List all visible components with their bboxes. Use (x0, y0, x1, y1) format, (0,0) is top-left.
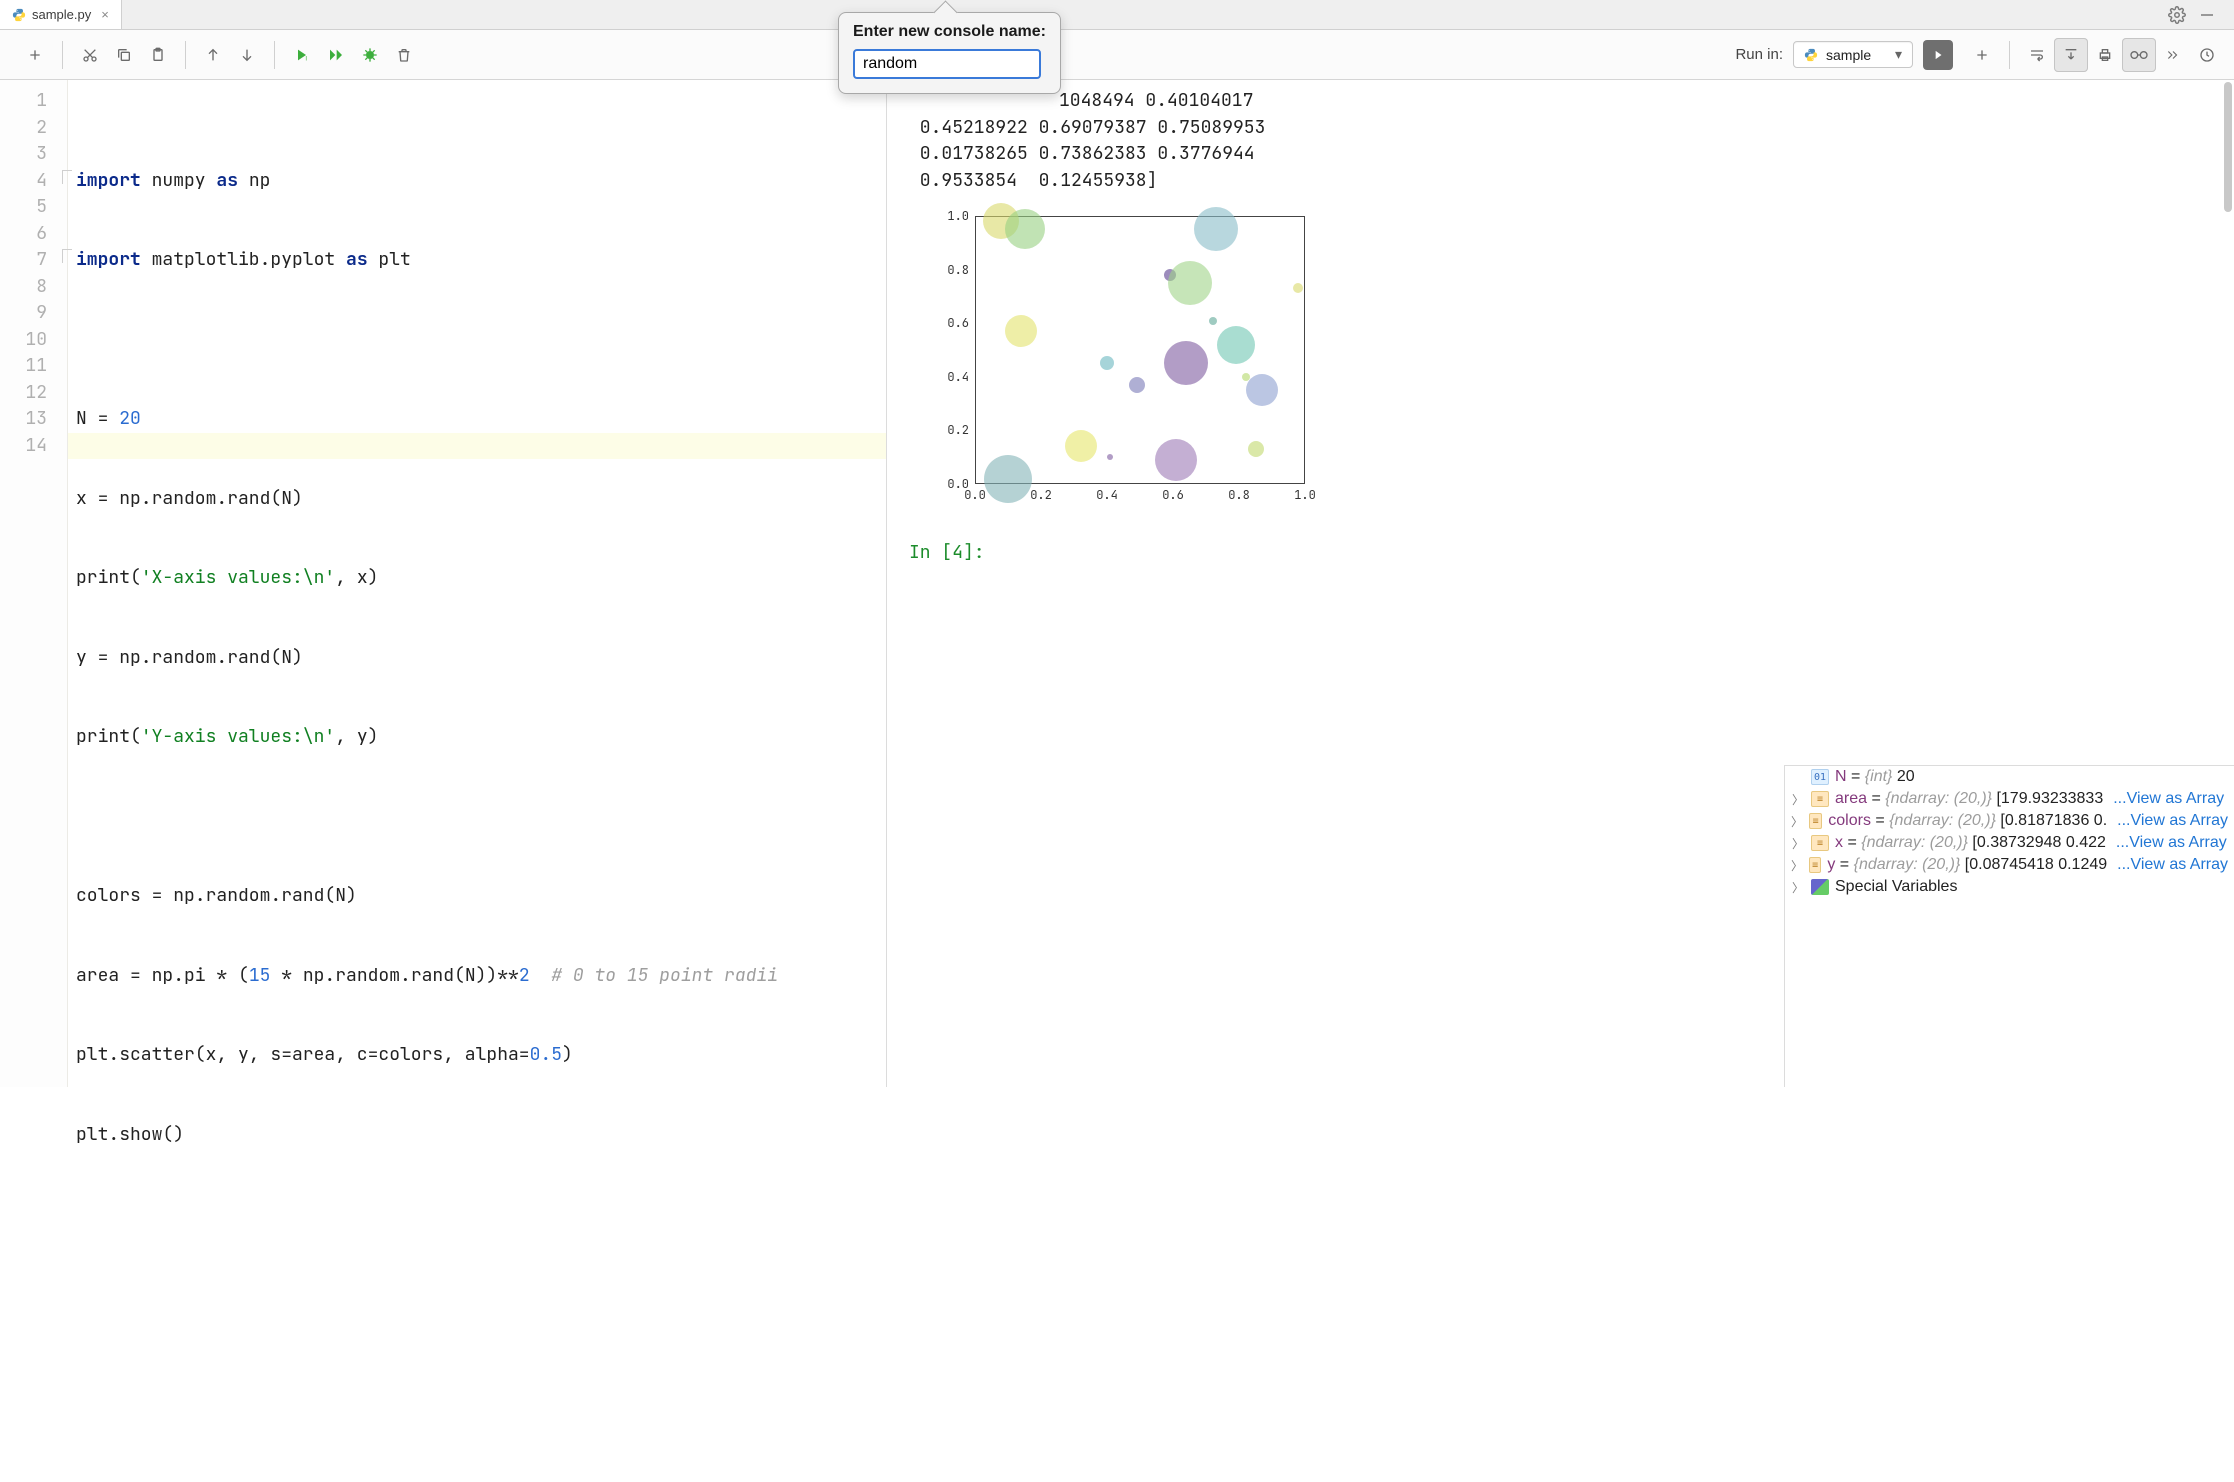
expand-icon[interactable]: 〉 (1791, 857, 1803, 874)
add-cell-button[interactable] (18, 38, 52, 72)
rename-console-popup: Enter new console name: (838, 12, 1061, 94)
cut-button[interactable] (73, 38, 107, 72)
variable-row[interactable]: 〉 Special Variables (1785, 876, 2234, 898)
array-icon: ≡ (1811, 791, 1829, 807)
console-pane: 1048494 0.40104017 0.45218922 0.69079387… (887, 80, 2234, 1087)
python-icon (1804, 48, 1818, 62)
go-to-console-button[interactable] (1923, 40, 1953, 70)
new-console-button[interactable] (1965, 38, 1999, 72)
toolbar: I Run in: sample ▾ (0, 30, 2234, 80)
array-icon: ≡ (1809, 857, 1821, 873)
history-button[interactable] (2190, 38, 2224, 72)
console-line: 0.01738265 0.73862383 0.3776944 (909, 141, 2224, 168)
variables-pane: 01 N = {int} 20 〉 ≡ area = {ndarray: (20… (1784, 765, 2234, 1087)
editor-pane: 1234567891011121314 import numpy as np i… (0, 80, 887, 1087)
print-button[interactable] (2088, 38, 2122, 72)
expand-icon[interactable]: 〉 (1791, 879, 1805, 896)
toggle-soft-wrap-button[interactable] (2020, 38, 2054, 72)
expand-icon[interactable]: 〉 (1791, 791, 1805, 808)
variable-row[interactable]: 〉 ≡ colors = {ndarray: (20,)} [0.8187183… (1785, 810, 2234, 832)
editor-tab-label: sample.py (32, 7, 91, 22)
scroll-to-end-button[interactable] (2054, 38, 2088, 72)
run-cell-button[interactable]: I (285, 38, 319, 72)
variable-row[interactable]: 〉 ≡ y = {ndarray: (20,)} [0.08745418 0.1… (1785, 854, 2234, 876)
console-prompt[interactable]: In [4]: (909, 540, 2224, 567)
chevron-down-icon: ▾ (1895, 46, 1902, 63)
variable-row[interactable]: 〉 ≡ x = {ndarray: (20,)} [0.38732948 0.4… (1785, 832, 2234, 854)
run-all-button[interactable] (319, 38, 353, 72)
expand-icon[interactable]: 〉 (1791, 813, 1803, 830)
paste-button[interactable] (141, 38, 175, 72)
editor-tab[interactable]: sample.py × (0, 0, 122, 29)
runin-select[interactable]: sample ▾ (1793, 41, 1913, 68)
runin-label: Run in: (1735, 46, 1783, 63)
console-line: 0.45218922 0.69079387 0.75089953 (909, 115, 2224, 142)
settings-gear-icon[interactable] (2168, 6, 2186, 24)
link-button[interactable] (2122, 38, 2156, 72)
svg-text:I: I (305, 56, 307, 62)
expand-icon[interactable]: 〉 (1791, 835, 1805, 852)
popup-label: Enter new console name: (853, 23, 1046, 41)
console-line: 0.9533854 0.12455938] (909, 168, 2224, 195)
line-number-gutter: 1234567891011121314 (0, 80, 68, 1087)
copy-button[interactable] (107, 38, 141, 72)
special-vars-icon (1811, 879, 1829, 895)
view-as-array-link[interactable]: ...View as Array (2113, 790, 2224, 808)
delete-button[interactable] (387, 38, 421, 72)
runin-value: sample (1826, 47, 1871, 63)
array-icon: ≡ (1811, 835, 1829, 851)
minimize-icon[interactable] (2198, 6, 2216, 24)
move-down-button[interactable] (230, 38, 264, 72)
move-up-button[interactable] (196, 38, 230, 72)
variable-row[interactable]: 01 N = {int} 20 (1785, 766, 2234, 788)
console-name-input[interactable] (853, 49, 1041, 79)
debug-button[interactable] (353, 38, 387, 72)
special-variables-label: Special Variables (1835, 878, 1957, 896)
view-as-array-link[interactable]: ...View as Array (2117, 856, 2228, 874)
fast-forward-button[interactable] (2156, 38, 2190, 72)
tabs-bar: sample.py × (0, 0, 2234, 30)
view-as-array-link[interactable]: ...View as Array (2116, 834, 2227, 852)
code-editor[interactable]: import numpy as np import matplotlib.pyp… (68, 80, 886, 1087)
console-line: 1048494 0.40104017 (909, 88, 2224, 115)
scrollbar[interactable] (2224, 82, 2232, 212)
array-icon: ≡ (1809, 813, 1822, 829)
variable-row[interactable]: 〉 ≡ area = {ndarray: (20,)} [179.9323383… (1785, 788, 2234, 810)
python-file-icon (12, 8, 26, 22)
view-as-array-link[interactable]: ...View as Array (2117, 812, 2228, 830)
close-icon[interactable]: × (101, 7, 109, 22)
int-icon: 01 (1811, 769, 1829, 785)
matplotlib-plot: 0.00.20.40.60.81.00.00.20.40.60.81.0 (939, 210, 1309, 520)
